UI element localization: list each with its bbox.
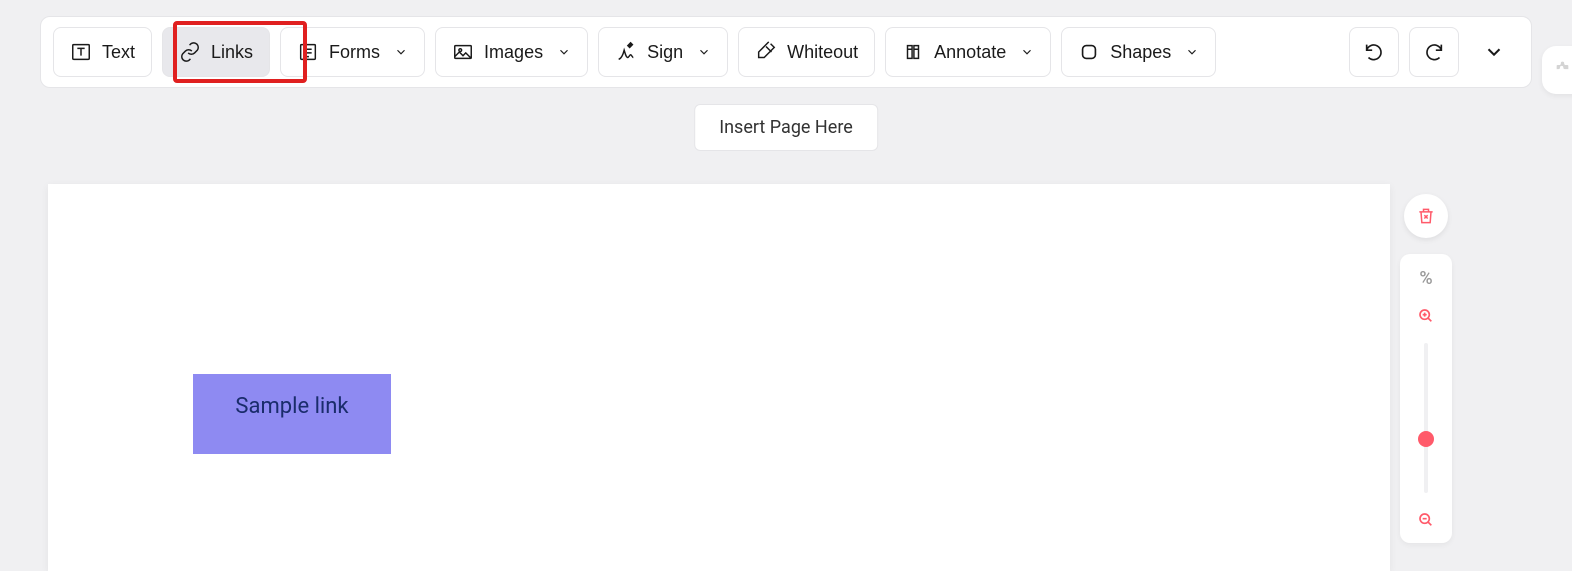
toolbar: Text Links Forms — [40, 16, 1532, 88]
annotate-button[interactable]: Annotate — [885, 27, 1051, 77]
shapes-button[interactable]: Shapes — [1061, 27, 1216, 77]
chevron-down-icon — [557, 45, 571, 59]
text-label: Text — [102, 42, 135, 63]
zoom-in-button[interactable] — [1417, 307, 1435, 325]
zoom-slider-thumb[interactable] — [1418, 431, 1434, 447]
zoom-slider-track[interactable] — [1424, 343, 1428, 493]
puzzle-icon — [1550, 60, 1570, 80]
chevron-down-icon — [1483, 41, 1505, 63]
links-button[interactable]: Links — [162, 27, 270, 77]
sample-link-annotation[interactable]: Sample link — [193, 374, 391, 454]
link-icon — [179, 41, 201, 63]
eraser-icon — [755, 41, 777, 63]
sample-link-text: Sample link — [235, 394, 348, 419]
zoom-panel: % — [1400, 254, 1452, 543]
whiteout-button[interactable]: Whiteout — [738, 27, 875, 77]
insert-page-label: Insert Page Here — [719, 117, 853, 138]
redo-button[interactable] — [1409, 27, 1459, 77]
chevron-down-icon — [394, 45, 408, 59]
zoom-out-icon — [1418, 512, 1434, 528]
links-label: Links — [211, 42, 253, 63]
document-page[interactable]: Sample link — [48, 184, 1390, 571]
insert-page-button[interactable]: Insert Page Here — [694, 104, 878, 151]
images-label: Images — [484, 42, 543, 63]
forms-label: Forms — [329, 42, 380, 63]
chevron-down-icon — [697, 45, 711, 59]
delete-button[interactable] — [1404, 194, 1448, 238]
annotate-label: Annotate — [934, 42, 1006, 63]
sign-label: Sign — [647, 42, 683, 63]
collapse-toolbar-button[interactable] — [1469, 27, 1519, 77]
chevron-down-icon — [1185, 45, 1199, 59]
text-button[interactable]: Text — [53, 27, 152, 77]
shapes-icon — [1078, 41, 1100, 63]
shapes-label: Shapes — [1110, 42, 1171, 63]
undo-icon — [1363, 41, 1385, 63]
whiteout-label: Whiteout — [787, 42, 858, 63]
images-button[interactable]: Images — [435, 27, 588, 77]
trash-icon — [1416, 206, 1436, 226]
redo-icon — [1423, 41, 1445, 63]
sign-button[interactable]: Sign — [598, 27, 728, 77]
undo-button[interactable] — [1349, 27, 1399, 77]
forms-button[interactable]: Forms — [280, 27, 425, 77]
forms-icon — [297, 41, 319, 63]
image-icon — [452, 41, 474, 63]
text-icon — [70, 41, 92, 63]
extension-tab[interactable] — [1542, 46, 1572, 94]
zoom-percent-label: % — [1419, 268, 1432, 289]
sign-icon — [615, 41, 637, 63]
zoom-in-icon — [1418, 308, 1434, 324]
chevron-down-icon — [1020, 45, 1034, 59]
annotate-icon — [902, 41, 924, 63]
zoom-out-button[interactable] — [1417, 511, 1435, 529]
